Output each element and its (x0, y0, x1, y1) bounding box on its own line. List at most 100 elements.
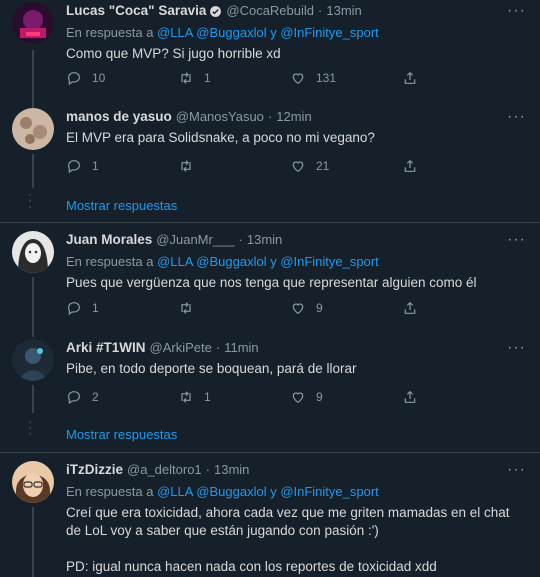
author-handle[interactable]: @ManosYasuo (176, 108, 264, 126)
retweet-button[interactable] (178, 158, 290, 174)
reply-prefix: En respuesta a (66, 254, 154, 269)
tweet-text: Creí que era toxicidad, ahora cada vez q… (66, 504, 528, 576)
tweet-content: iTzDizzie @a_deltoro1 · 13min En respues… (66, 461, 528, 576)
show-replies-link[interactable]: Mostrar respuestas (66, 198, 177, 213)
retweet-icon (181, 302, 191, 314)
verified-icon (210, 5, 222, 17)
author-name[interactable]: Lucas "Coca" Saravia (66, 2, 206, 20)
tweet-content: Lucas "Coca" Saravia @CocaRebuild · 13mi… (66, 2, 528, 63)
tweet[interactable]: iTzDizzie @a_deltoro1 · 13min En respues… (0, 453, 540, 577)
reply-button[interactable]: 2 (66, 389, 178, 405)
tweet-actions: 10 1 131 (66, 70, 456, 86)
share-icon (404, 390, 416, 403)
thread-line (32, 277, 34, 323)
thread-line (32, 100, 34, 108)
timestamp[interactable]: 13min (214, 461, 249, 479)
tweet-header: Arki #T1WIN @ArkiPete · 11min (66, 339, 528, 357)
thread-line (32, 385, 34, 413)
author-name[interactable]: Arki #T1WIN (66, 339, 146, 357)
separator: · (205, 462, 210, 477)
tweet[interactable]: Arki #T1WIN @ArkiPete · 11min Pibe, en t… (0, 323, 540, 413)
more-icon[interactable]: ··· (507, 339, 526, 357)
like-button[interactable]: 9 (290, 300, 402, 316)
author-handle[interactable]: @ArkiPete (150, 339, 212, 357)
reply-count: 1 (92, 301, 99, 315)
thread-line (32, 507, 34, 577)
show-replies-row[interactable]: Mostrar respuestas (0, 186, 540, 226)
tweet-actions: 1 9 (66, 300, 456, 316)
reply-mentions[interactable]: @LLA @Buggaxlol y @InFinitye_sport (157, 484, 379, 499)
like-button[interactable]: 131 (290, 70, 402, 86)
author-name[interactable]: iTzDizzie (66, 461, 123, 479)
retweet-button[interactable] (178, 300, 290, 316)
tweet-header: manos de yasuo @ManosYasuo · 12min (66, 108, 528, 126)
share-icon (404, 71, 416, 84)
tweet-text: Como que MVP? Si jugo horrible xd (66, 46, 281, 61)
tweet-header: Lucas "Coca" Saravia @CocaRebuild · 13mi… (66, 2, 528, 20)
separator: · (267, 109, 273, 124)
thread-dots (27, 194, 33, 212)
tweet-content: manos de yasuo @ManosYasuo · 12min El MV… (66, 108, 528, 147)
show-replies-row[interactable]: Mostrar respuestas (0, 413, 540, 453)
more-icon[interactable]: ··· (507, 108, 526, 126)
like-button[interactable]: 21 (290, 158, 402, 174)
tweet-text: Pues que vergüenza que nos tenga que rep… (66, 275, 477, 290)
author-handle[interactable]: @CocaRebuild (226, 2, 314, 20)
retweet-count: 1 (204, 390, 211, 404)
thread-line (32, 323, 34, 337)
retweet-button[interactable]: 1 (178, 389, 290, 405)
avatar[interactable] (12, 2, 54, 44)
share-button[interactable] (402, 389, 428, 405)
retweet-icon (181, 160, 191, 172)
like-icon (292, 73, 304, 85)
more-icon[interactable]: ··· (507, 231, 526, 249)
reply-icon (68, 302, 80, 316)
reply-button[interactable]: 1 (66, 158, 178, 174)
share-icon (404, 159, 416, 172)
timestamp[interactable]: 12min (276, 108, 311, 126)
reply-context: En respuesta a @LLA @Buggaxlol y @InFini… (66, 253, 528, 270)
timestamp[interactable]: 11min (224, 339, 258, 357)
share-button[interactable] (402, 158, 428, 174)
avatar[interactable] (12, 231, 54, 273)
author-name[interactable]: manos de yasuo (66, 108, 172, 126)
like-count: 9 (316, 301, 323, 315)
author-name[interactable]: Juan Morales (66, 231, 152, 249)
more-icon[interactable]: ··· (507, 2, 526, 20)
tweet-text-line: Creí que era toxicidad, ahora cada vez q… (66, 505, 510, 520)
show-replies-link[interactable]: Mostrar respuestas (66, 427, 177, 442)
timestamp[interactable]: 13min (247, 231, 282, 249)
more-icon[interactable]: ··· (507, 461, 526, 479)
reply-context: En respuesta a @LLA @Buggaxlol y @InFini… (66, 24, 528, 41)
avatar[interactable] (12, 108, 54, 150)
retweet-button[interactable]: 1 (178, 70, 290, 86)
tweet[interactable]: Lucas "Coca" Saravia @CocaRebuild · 13mi… (0, 0, 540, 100)
thread-dots (27, 421, 33, 439)
timestamp[interactable]: 13min (326, 2, 361, 20)
author-handle[interactable]: @JuanMr___ (156, 231, 234, 249)
reply-count: 10 (92, 71, 106, 85)
tweet-text: Pibe, en todo deporte se boquean, pará d… (66, 361, 357, 376)
tweet-content: Arki #T1WIN @ArkiPete · 11min Pibe, en t… (66, 339, 528, 378)
reply-mentions[interactable]: @LLA @Buggaxlol y @InFinitye_sport (157, 25, 379, 40)
avatar[interactable] (12, 461, 54, 503)
share-button[interactable] (402, 300, 428, 316)
tweet-header: iTzDizzie @a_deltoro1 · 13min (66, 461, 528, 479)
like-button[interactable]: 9 (290, 389, 402, 405)
share-button[interactable] (402, 70, 428, 86)
tweet[interactable]: Juan Morales @JuanMr___ · 13min En respu… (0, 223, 540, 323)
reply-button[interactable]: 10 (66, 70, 178, 86)
avatar[interactable] (12, 339, 54, 381)
tweet[interactable]: manos de yasuo @ManosYasuo · 12min El MV… (0, 100, 540, 188)
like-count: 21 (316, 159, 330, 173)
reply-mentions[interactable]: @LLA @Buggaxlol y @InFinitye_sport (157, 254, 379, 269)
author-handle[interactable]: @a_deltoro1 (127, 461, 202, 479)
like-count: 9 (316, 390, 323, 404)
separator: · (318, 3, 323, 18)
reply-prefix: En respuesta a (66, 25, 154, 40)
reply-button[interactable]: 1 (66, 300, 178, 316)
tweet-text-line: PD: igual nunca hacen nada con los repor… (66, 559, 437, 574)
tweet-content: Juan Morales @JuanMr___ · 13min En respu… (66, 231, 528, 292)
like-icon (292, 161, 304, 173)
tweet-header: Juan Morales @JuanMr___ · 13min (66, 231, 528, 249)
